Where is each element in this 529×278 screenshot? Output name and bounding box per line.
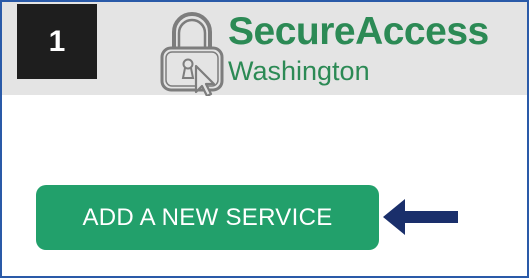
padlock-cursor-icon — [160, 12, 224, 96]
add-new-service-button[interactable]: ADD A NEW SERVICE — [36, 185, 379, 250]
brand-subtitle: Washington — [228, 56, 370, 86]
step-number-badge: 1 — [17, 4, 97, 79]
brand-name: SecureAccess — [228, 10, 489, 53]
site-header: 1 SecureAccess Washington — [2, 2, 527, 96]
left-arrow-icon — [383, 199, 458, 235]
